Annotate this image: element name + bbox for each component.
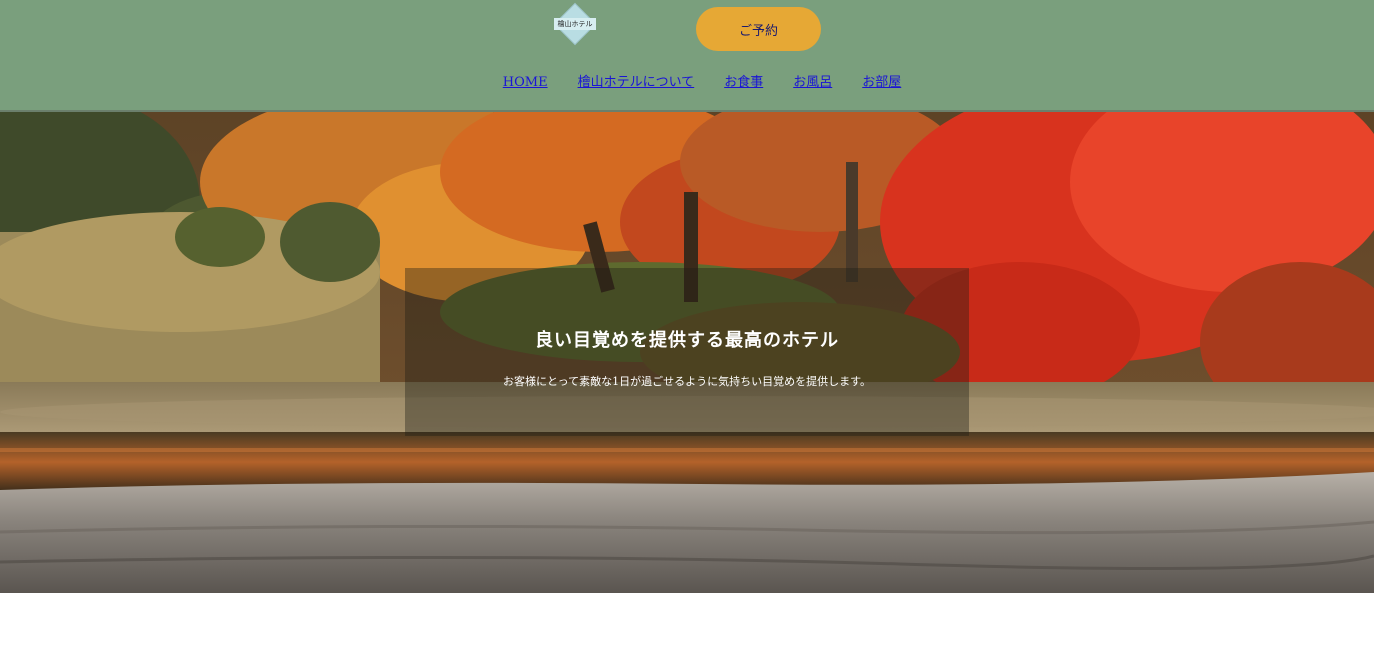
site-header: 檜山ホテル ご予約 HOME 檜山ホテルについて お食事 お風呂 お部屋: [0, 0, 1374, 112]
nav-link-about[interactable]: 檜山ホテルについて: [578, 74, 695, 94]
hero-banner: 良い目覚めを提供する最高のホテル お客様にとって素敵な1日が過ごせるように気持ち…: [0, 112, 1374, 593]
nav-link-home[interactable]: HOME: [503, 74, 548, 94]
nav-link-bath[interactable]: お風呂: [793, 74, 832, 94]
hero-subtitle: お客様にとって素敵な1日が過ごせるように気持ちい目覚めを提供します。: [502, 375, 872, 388]
logo-text: 檜山ホテル: [554, 18, 596, 30]
reserve-button[interactable]: ご予約: [696, 7, 821, 51]
hotel-logo[interactable]: 檜山ホテル: [554, 4, 596, 44]
content-section: [0, 593, 1374, 670]
hero-text-overlay: [405, 268, 969, 436]
nav-link-rooms[interactable]: お部屋: [862, 74, 901, 94]
main-nav: HOME 檜山ホテルについて お食事 お風呂 お部屋: [0, 74, 1374, 94]
hero-title: 良い目覚めを提供する最高のホテル: [535, 330, 839, 351]
nav-link-dining[interactable]: お食事: [724, 74, 763, 94]
